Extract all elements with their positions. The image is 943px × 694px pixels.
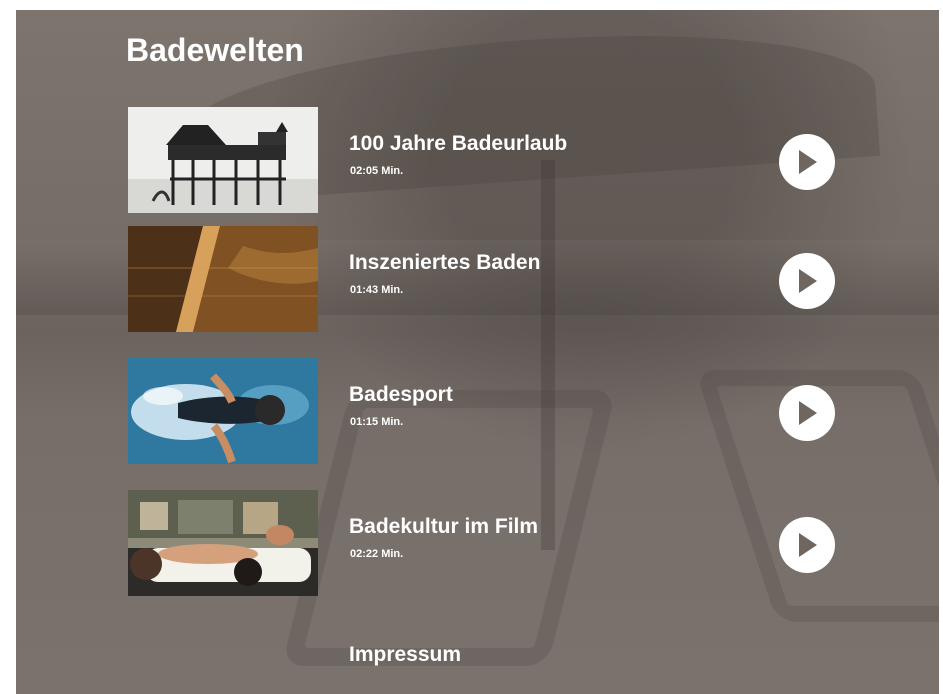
video-duration: 02:22 Min. — [350, 548, 404, 560]
stage-bath-thumbnail[interactable] — [128, 226, 318, 332]
play-button[interactable] — [779, 253, 835, 309]
video-item-badesport[interactable]: Badesport 01:15 Min. — [128, 358, 858, 464]
play-button[interactable] — [779, 134, 835, 190]
video-title[interactable]: 100 Jahre Badeurlaub — [349, 131, 567, 156]
video-item-badekultur-im-film[interactable]: Badekultur im Film 02:22 Min. — [128, 490, 858, 596]
video-duration: 02:05 Min. — [350, 165, 404, 177]
impressum-link[interactable]: Impressum — [349, 643, 461, 667]
film-bath-image — [128, 490, 318, 596]
video-duration: 01:43 Min. — [350, 284, 404, 296]
video-menu-screen: Badewelten 100 Jahre Badeurlaub 02:05 Mi… — [16, 10, 939, 694]
video-title[interactable]: Badekultur im Film — [349, 514, 538, 539]
play-icon — [799, 269, 817, 293]
play-icon — [799, 533, 817, 557]
film-bath-thumbnail[interactable] — [128, 490, 318, 596]
video-duration: 01:15 Min. — [350, 416, 404, 428]
play-button[interactable] — [779, 517, 835, 573]
video-title[interactable]: Badesport — [349, 382, 453, 407]
stage-bath-image — [128, 226, 318, 332]
video-item-inszeniertes-baden[interactable]: Inszeniertes Baden 01:43 Min. — [128, 226, 858, 332]
page-title: Badewelten — [126, 32, 304, 68]
video-title[interactable]: Inszeniertes Baden — [349, 250, 540, 275]
play-button[interactable] — [779, 385, 835, 441]
play-icon — [799, 401, 817, 425]
beach-pavilion-image — [128, 107, 318, 213]
play-icon — [799, 150, 817, 174]
beach-pavilion-thumbnail[interactable] — [128, 107, 318, 213]
video-item-100-jahre-badeurlaub[interactable]: 100 Jahre Badeurlaub 02:05 Min. — [128, 107, 858, 213]
swimmer-image — [128, 358, 318, 464]
swimmer-thumbnail[interactable] — [128, 358, 318, 464]
